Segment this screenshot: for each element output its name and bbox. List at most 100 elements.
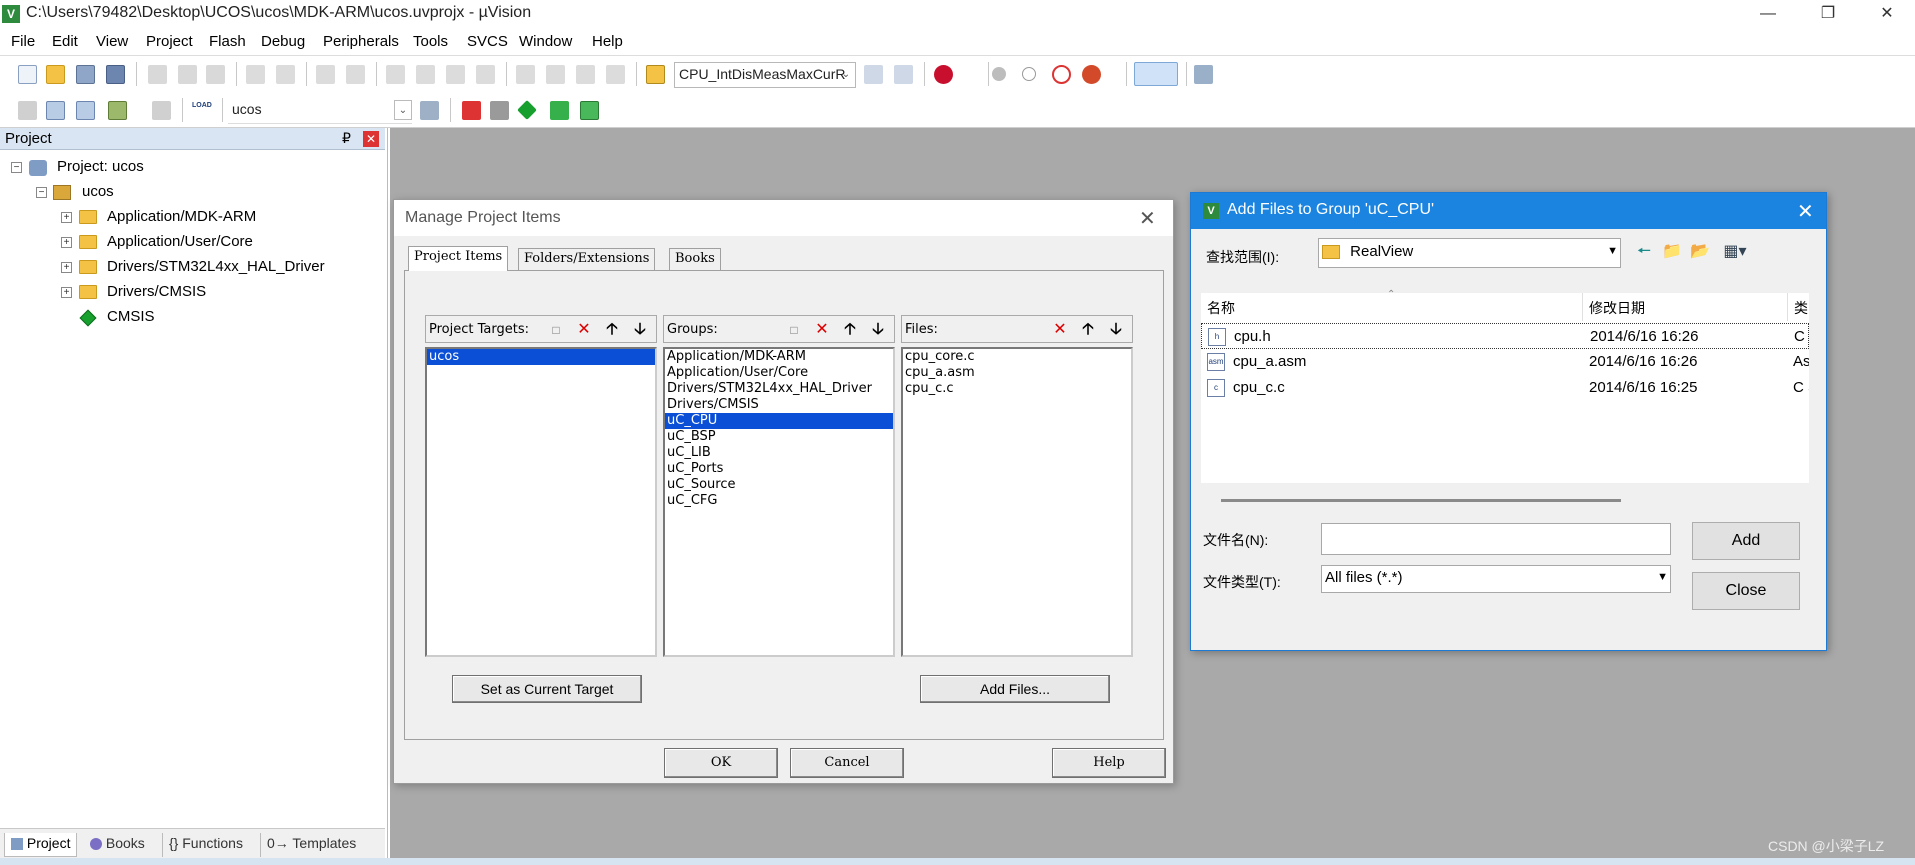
tree-group[interactable]: + Application/User/Core [0, 232, 385, 254]
manage-run-time-environment-icon[interactable] [517, 100, 537, 120]
tab-templates[interactable]: 0→ Templates [260, 833, 362, 857]
restore-button[interactable]: ❐ [1803, 0, 1853, 28]
menu-view[interactable]: View [96, 33, 128, 50]
debug-session-icon[interactable] [934, 65, 953, 84]
stop-build-icon[interactable] [152, 101, 171, 120]
move-up-icon[interactable]: 🡡 [602, 320, 622, 340]
new-file-icon[interactable] [18, 65, 37, 84]
target-item[interactable]: ucos [427, 349, 655, 365]
new-item-icon[interactable]: □ [546, 320, 566, 340]
next-bookmark-icon[interactable] [446, 65, 465, 84]
tab-project-items[interactable]: Project Items [408, 246, 509, 271]
help-button[interactable]: Help [1052, 748, 1166, 778]
delete-icon[interactable]: ✕ [1050, 320, 1070, 340]
menu-file[interactable]: File [11, 33, 35, 50]
open-file-icon[interactable] [46, 65, 65, 84]
collapse-icon[interactable]: − [11, 162, 22, 173]
target-select[interactable]: ucos ⌄ [228, 98, 412, 124]
move-up-icon[interactable]: 🡡 [1078, 320, 1098, 340]
menu-help[interactable]: Help [592, 33, 623, 50]
manage-multi-project-icon[interactable] [490, 101, 509, 120]
move-down-icon[interactable]: 🡣 [630, 320, 650, 340]
group-item[interactable]: Application/User/Core [665, 365, 893, 381]
look-in-select[interactable]: RealView ▼ [1318, 238, 1621, 268]
tab-books[interactable]: Books [84, 833, 151, 857]
file-row[interactable]: asm cpu_a.asm 2014/6/16 16:26 As [1201, 349, 1809, 375]
up-folder-icon[interactable]: 📁 [1661, 242, 1683, 262]
group-item[interactable]: Drivers/STM32L4xx_HAL_Driver [665, 381, 893, 397]
collapse-icon[interactable]: − [36, 187, 47, 198]
file-list[interactable]: 名称 ⌃ 修改日期 类 h cpu.h 2014/6/16 16:26 C I … [1201, 289, 1809, 483]
rebuild-icon[interactable] [76, 101, 95, 120]
menu-tools[interactable]: Tools [413, 33, 448, 50]
save-icon[interactable] [76, 65, 95, 84]
tree-group[interactable]: + Application/MDK-ARM [0, 207, 385, 229]
close-button[interactable]: Close [1692, 572, 1800, 610]
kill-all-breakpoints-icon[interactable] [1082, 65, 1101, 84]
indent-icon[interactable] [516, 65, 535, 84]
tab-folders-extensions[interactable]: Folders/Extensions [518, 248, 656, 271]
file-item[interactable]: cpu_core.c [903, 349, 1131, 365]
uncomment-icon[interactable] [606, 65, 625, 84]
set-current-target-button[interactable]: Set as Current Target [452, 675, 642, 703]
file-row[interactable]: c cpu_c.c 2014/6/16 16:25 C S [1201, 375, 1809, 401]
tab-books[interactable]: Books [669, 248, 721, 271]
find-icon[interactable] [864, 65, 883, 84]
move-down-icon[interactable]: 🡣 [1106, 320, 1126, 340]
group-item[interactable]: Drivers/CMSIS [665, 397, 893, 413]
cut-icon[interactable] [148, 65, 167, 84]
expand-icon[interactable]: + [61, 287, 72, 298]
ok-button[interactable]: OK [664, 748, 778, 778]
pack-installer-icon[interactable] [580, 101, 599, 120]
add-files-button[interactable]: Add Files... [920, 675, 1110, 703]
incremental-find-icon[interactable] [894, 65, 913, 84]
save-all-icon[interactable] [106, 65, 125, 84]
targets-list[interactable]: ucos [425, 347, 657, 657]
build-icon[interactable] [46, 101, 65, 120]
menu-peripherals[interactable]: Peripherals [323, 33, 399, 50]
tree-group[interactable]: + Drivers/STM32L4xx_HAL_Driver [0, 257, 385, 279]
expand-icon[interactable]: + [61, 212, 72, 223]
tree-target[interactable]: − ucos [0, 182, 385, 204]
delete-icon[interactable]: ✕ [812, 320, 832, 340]
unindent-icon[interactable] [546, 65, 565, 84]
files-list[interactable]: cpu_core.c cpu_a.asm cpu_c.c [901, 347, 1133, 657]
new-item-icon[interactable]: □ [784, 320, 804, 340]
nav-back-icon[interactable] [316, 65, 335, 84]
minimize-button[interactable]: — [1743, 0, 1793, 28]
group-item-selected[interactable]: uC_CPU [665, 413, 893, 429]
move-down-icon[interactable]: 🡣 [868, 320, 888, 340]
new-folder-icon[interactable]: 📂 [1689, 242, 1711, 262]
breakpoint-icon[interactable] [992, 67, 1006, 81]
paste-icon[interactable] [206, 65, 225, 84]
file-row[interactable]: h cpu.h 2014/6/16 16:26 C I [1201, 323, 1809, 349]
group-item[interactable]: uC_BSP [665, 429, 893, 445]
select-software-packs-icon[interactable] [550, 101, 569, 120]
menu-flash[interactable]: Flash [209, 33, 246, 50]
download-icon[interactable]: LOAD [192, 101, 212, 120]
close-button[interactable]: ✕ [1862, 0, 1912, 28]
group-item[interactable]: uC_Source [665, 477, 893, 493]
panel-close-icon[interactable]: ✕ [363, 131, 379, 147]
target-options-icon[interactable] [420, 101, 439, 120]
tree-root[interactable]: − Project: ucos [0, 157, 385, 179]
find-combo[interactable]: CPU_IntDisMeasMaxCurR ⌄ [674, 62, 856, 88]
expand-icon[interactable]: + [61, 262, 72, 273]
menu-edit[interactable]: Edit [52, 33, 78, 50]
column-header-type[interactable]: 类 [1788, 293, 1809, 321]
tab-functions[interactable]: {} Functions [162, 833, 249, 857]
redo-icon[interactable] [276, 65, 295, 84]
translate-icon[interactable] [18, 101, 37, 120]
menu-project[interactable]: Project [146, 33, 193, 50]
file-item[interactable]: cpu_a.asm [903, 365, 1131, 381]
clear-bookmarks-icon[interactable] [476, 65, 495, 84]
column-header-date[interactable]: 修改日期 [1583, 293, 1788, 321]
group-item[interactable]: uC_CFG [665, 493, 893, 509]
filetype-select[interactable]: All files (*.*) ▼ [1321, 565, 1671, 593]
tab-project[interactable]: Project [4, 833, 78, 857]
manage-project-items-icon[interactable] [462, 101, 481, 120]
groups-list[interactable]: Application/MDK-ARM Application/User/Cor… [663, 347, 895, 657]
prev-bookmark-icon[interactable] [416, 65, 435, 84]
expand-icon[interactable]: + [61, 237, 72, 248]
window-layout-icon[interactable] [1134, 62, 1178, 86]
